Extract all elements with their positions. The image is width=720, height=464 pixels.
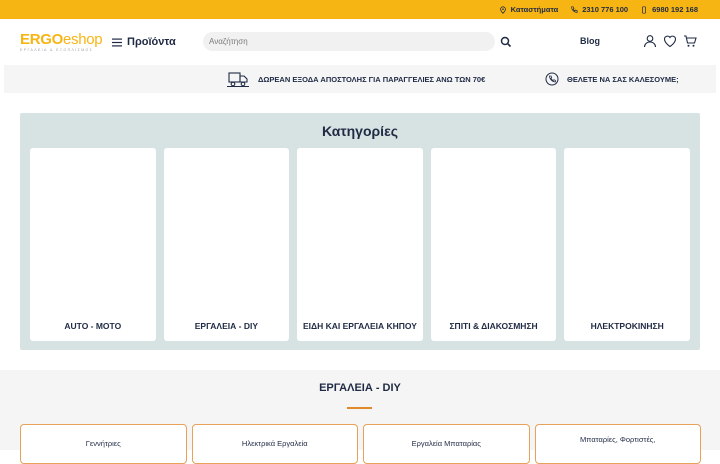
phone1-label: 2310 776 100 [582, 5, 629, 14]
user-icon[interactable] [643, 34, 657, 48]
subcategory-generators[interactable]: Γεννήτριες [20, 424, 187, 464]
category-cards: AUTO - MOTO ΕΡΓΑΛΕΙΑ - DIY ΕΙΔΗ ΚΑΙ ΕΡΓΑ… [30, 148, 690, 341]
header: ERGOeshop ΕΡΓΑΛΕΙΑ & ΕΞΟΠΛΙΣΜΟΣ Προϊόντα… [0, 19, 720, 65]
subcategory-label: Γεννήτριες [85, 439, 121, 448]
free-shipping-text: ΔΩΡΕΑΝ ΕΞΟΔΑ ΑΠΟΣΤΟΛΗΣ ΓΙΑ ΠΑΡΑΓΓΕΛΙΕΣ Α… [258, 74, 486, 84]
products-menu-button[interactable]: Προϊόντα [112, 36, 176, 48]
category-card-label: ΗΛΕΚΤΡΟΚΙΝΗΣΗ [590, 321, 664, 331]
callback-link[interactable]: ΘΕΛΕΤΕ ΝΑ ΣΑΣ ΚΑΛΕΣΟΥΜΕ; [545, 72, 679, 86]
callback-text: ΘΕΛΕΤΕ ΝΑ ΣΑΣ ΚΑΛΕΣΟΥΜΕ; [567, 74, 679, 84]
category-card-tools-diy[interactable]: ΕΡΓΑΛΕΙΑ - DIY [163, 148, 290, 341]
free-shipping-notice: ΔΩΡΕΑΝ ΕΞΟΔΑ ΑΠΟΣΤΟΛΗΣ ΓΙΑ ΠΑΡΑΓΓΕΛΙΕΣ Α… [226, 70, 485, 88]
phone-call-icon [545, 72, 559, 86]
category-card-emobility[interactable]: ΗΛΕΚΤΡΟΚΙΝΗΣΗ [564, 148, 690, 341]
subcategory-list: Γεννήτριες Ηλεκτρικά Εργαλεία Εργαλεία Μ… [20, 424, 701, 464]
logo-eshop: eshop [62, 31, 103, 48]
shipping-banner: ΔΩΡΕΑΝ ΕΞΟΔΑ ΑΠΟΣΤΟΛΗΣ ΓΙΑ ΠΑΡΑΓΓΕΛΙΕΣ Α… [4, 65, 716, 93]
category-card-auto-moto[interactable]: AUTO - MOTO [30, 148, 156, 341]
search-bar [203, 32, 495, 51]
phone2-label: 6980 192 168 [652, 5, 698, 14]
products-menu-label: Προϊόντα [127, 36, 176, 48]
category-card-label: ΕΡΓΑΛΕΙΑ - DIY [194, 321, 258, 331]
phone-icon [571, 5, 578, 13]
header-actions [643, 34, 697, 48]
category-card-label: ΕΙΔΗ ΚΑΙ ΕΡΓΑΛΕΙΑ ΚΗΠΟΥ [303, 321, 417, 331]
section-divider [347, 407, 372, 409]
hamburger-icon [112, 38, 122, 46]
stores-label: Καταστήματα [510, 5, 559, 14]
search-icon[interactable] [500, 36, 512, 48]
cart-icon[interactable] [683, 34, 697, 48]
tools-diy-section: ΕΡΓΑΛΕΙΑ - DIY Γεννήτριες Ηλεκτρικά Εργα… [0, 370, 720, 464]
logo-ergo: ERGO [20, 31, 63, 48]
subcategory-label: Ηλεκτρικά Εργαλεία [241, 439, 308, 448]
subcategory-battery-tools[interactable]: Εργαλεία Μπαταρίας [363, 424, 530, 464]
top-bar: Καταστήματα 2310 776 100 6980 192 168 [0, 0, 720, 19]
heart-icon[interactable] [663, 34, 677, 48]
search-input[interactable] [209, 37, 495, 46]
categories-panel: Κατηγορίες AUTO - MOTO ΕΡΓΑΛΕΙΑ - DIY ΕΙ… [20, 113, 700, 350]
category-card-home-decor[interactable]: ΣΠΙΤΙ & ΔΙΑΚΟΣΜΗΣΗ [430, 148, 557, 341]
logo-tagline: ΕΡΓΑΛΕΙΑ & ΕΞΟΠΛΙΣΜΟΣ [20, 48, 94, 52]
categories-title: Κατηγορίες [321, 123, 398, 139]
location-pin-icon [499, 5, 506, 14]
subcategory-label: Εργαλεία Μπαταρίας [411, 439, 481, 448]
subcategory-batteries-chargers[interactable]: Μπαταρίες, Φορτιστές, [534, 424, 701, 464]
phone2-link[interactable]: 6980 192 168 [640, 5, 698, 14]
logo[interactable]: ERGOeshop ΕΡΓΑΛΕΙΑ & ΕΞΟΠΛΙΣΜΟΣ [20, 31, 103, 52]
blog-link[interactable]: Blog [580, 36, 600, 46]
category-card-garden[interactable]: ΕΙΔΗ ΚΑΙ ΕΡΓΑΛΕΙΑ ΚΗΠΟΥ [297, 148, 423, 341]
truck-icon [227, 72, 249, 87]
phone1-link[interactable]: 2310 776 100 [570, 5, 628, 14]
category-card-label: AUTO - MOTO [64, 321, 122, 331]
category-card-label: ΣΠΙΤΙ & ΔΙΑΚΟΣΜΗΣΗ [449, 321, 538, 331]
subcategory-label: Μπαταρίες, Φορτιστές, [580, 435, 656, 444]
stores-link[interactable]: Καταστήματα [499, 5, 559, 14]
section-title: ΕΡΓΑΛΕΙΑ - DIY [319, 382, 401, 394]
mobile-icon [642, 5, 647, 14]
subcategory-power-tools[interactable]: Ηλεκτρικά Εργαλεία [191, 424, 358, 464]
